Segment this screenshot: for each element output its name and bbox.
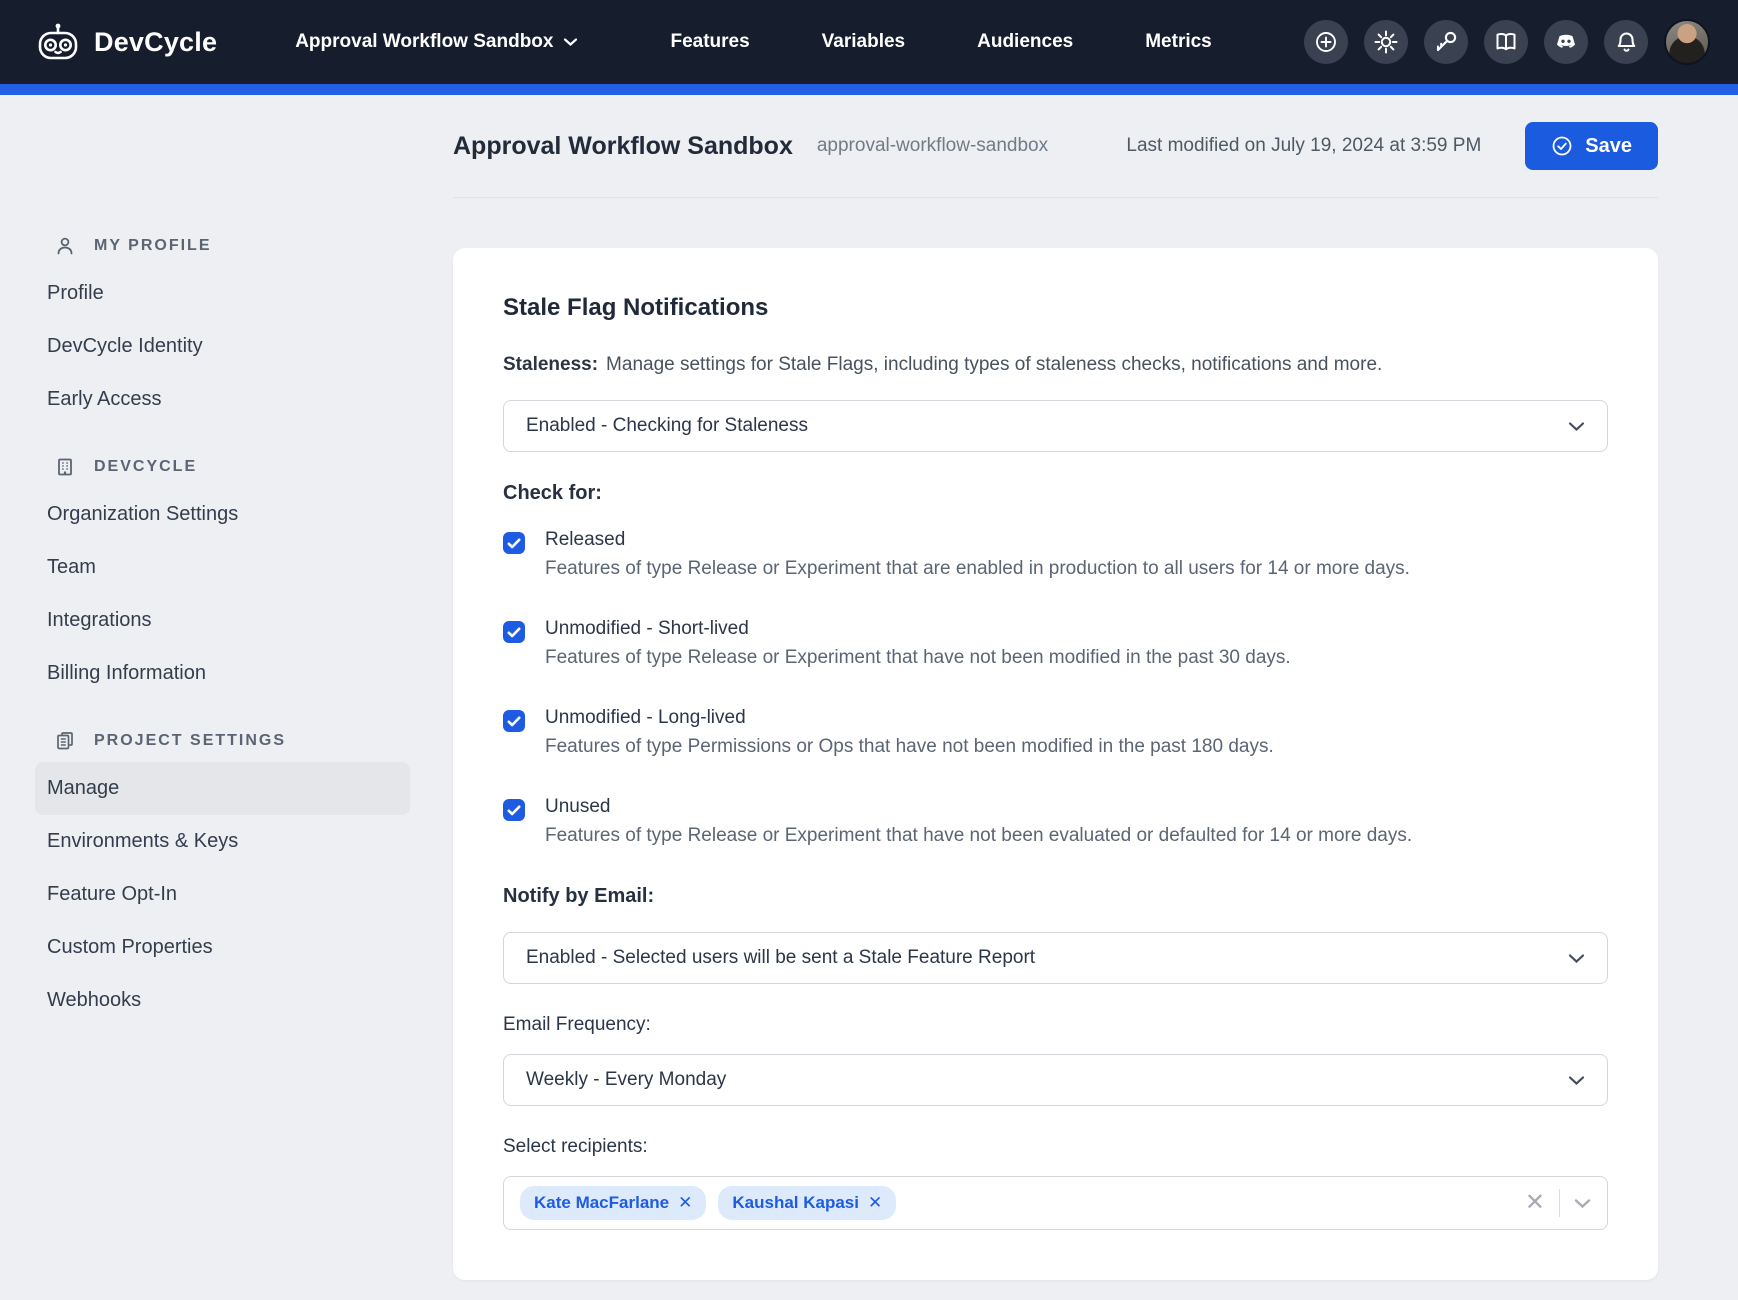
check-desc: Features of type Permissions or Ops that… xyxy=(545,736,1274,758)
checkbox-unmodified-short[interactable] xyxy=(503,621,525,643)
primary-nav: Features Variables Audiences Metrics xyxy=(670,31,1211,53)
save-button[interactable]: Save xyxy=(1525,122,1658,170)
check-desc: Features of type Release or Experiment t… xyxy=(545,647,1291,669)
chevron-down-icon xyxy=(1568,953,1585,964)
notify-by-email-heading: Notify by Email: xyxy=(503,885,1608,908)
sidebar-section-label: DEVCYCLE xyxy=(94,458,197,476)
checkbox-unmodified-long[interactable] xyxy=(503,710,525,732)
recipient-tag: Kaushal Kapasi ✕ xyxy=(718,1186,896,1220)
check-label: Released xyxy=(545,529,1410,551)
nav-link-features[interactable]: Features xyxy=(670,31,749,53)
nav-link-audiences[interactable]: Audiences xyxy=(977,31,1073,53)
person-icon xyxy=(54,235,76,257)
building-icon xyxy=(54,456,76,478)
sidebar-item-feature-opt-in[interactable]: Feature Opt-In xyxy=(35,868,410,921)
devcycle-logo[interactable]: DevCycle xyxy=(36,22,217,62)
email-frequency-label: Email Frequency: xyxy=(503,1014,1608,1036)
sidebar-item-early-access[interactable]: Early Access xyxy=(35,373,410,426)
notify-by-email-select[interactable]: Enabled - Selected users will be sent a … xyxy=(503,932,1608,984)
page-header: Approval Workflow Sandbox approval-workf… xyxy=(453,95,1658,198)
chevron-down-icon xyxy=(563,37,578,47)
sidebar-section-label: MY PROFILE xyxy=(94,237,212,255)
last-modified-text: Last modified on July 19, 2024 at 3:59 P… xyxy=(1126,135,1481,157)
chevron-down-icon xyxy=(1568,1075,1585,1086)
docs-book-icon[interactable] xyxy=(1484,20,1528,64)
remove-recipient-icon[interactable]: ✕ xyxy=(678,1193,692,1213)
recipient-tags: Kate MacFarlane ✕ Kaushal Kapasi ✕ xyxy=(520,1186,1525,1220)
recipient-name: Kate MacFarlane xyxy=(534,1193,669,1213)
email-frequency-select[interactable]: Weekly - Every Monday xyxy=(503,1054,1608,1106)
plus-circle-icon[interactable] xyxy=(1304,20,1348,64)
user-avatar[interactable] xyxy=(1664,19,1710,65)
bell-icon[interactable] xyxy=(1604,20,1648,64)
key-icon[interactable] xyxy=(1424,20,1468,64)
page-title: Approval Workflow Sandbox xyxy=(453,132,793,161)
chevron-down-icon xyxy=(1568,421,1585,432)
check-circle-icon xyxy=(1551,135,1573,157)
project-slug: approval-workflow-sandbox xyxy=(817,135,1048,157)
check-option-unused: Unused Features of type Release or Exper… xyxy=(503,796,1608,847)
robot-logo-icon xyxy=(36,22,80,62)
check-option-unmodified-short: Unmodified - Short-lived Features of typ… xyxy=(503,618,1608,669)
project-switcher[interactable]: Approval Workflow Sandbox xyxy=(295,31,578,53)
check-for-heading: Check for: xyxy=(503,482,1608,505)
select-recipients-label: Select recipients: xyxy=(503,1136,1608,1158)
check-desc: Features of type Release or Experiment t… xyxy=(545,825,1412,847)
checkbox-released[interactable] xyxy=(503,532,525,554)
sidebar-item-profile[interactable]: Profile xyxy=(35,267,410,320)
brand-name: DevCycle xyxy=(94,27,217,58)
frequency-select-value: Weekly - Every Monday xyxy=(526,1069,726,1091)
sidebar-item-custom-properties[interactable]: Custom Properties xyxy=(35,921,410,974)
sidebar-item-organization-settings[interactable]: Organization Settings xyxy=(35,488,410,541)
sidebar-item-billing-information[interactable]: Billing Information xyxy=(35,647,410,700)
project-switcher-label: Approval Workflow Sandbox xyxy=(295,31,553,53)
chevron-down-icon[interactable] xyxy=(1574,1198,1591,1209)
gear-icon[interactable] xyxy=(1364,20,1408,64)
card-title: Stale Flag Notifications xyxy=(503,294,1608,322)
settings-sidebar: MY PROFILE Profile DevCycle Identity Ear… xyxy=(0,95,453,1300)
staleness-desc-text: Manage settings for Stale Flags, includi… xyxy=(606,354,1382,375)
checkbox-unused[interactable] xyxy=(503,799,525,821)
staleness-label: Staleness: xyxy=(503,354,598,375)
notify-select-value: Enabled - Selected users will be sent a … xyxy=(526,947,1035,969)
remove-recipient-icon[interactable]: ✕ xyxy=(868,1193,882,1213)
sidebar-section-label: PROJECT SETTINGS xyxy=(94,732,286,750)
check-label: Unmodified - Short-lived xyxy=(545,618,1291,640)
check-label: Unmodified - Long-lived xyxy=(545,707,1274,729)
check-option-released: Released Features of type Release or Exp… xyxy=(503,529,1608,580)
sidebar-item-webhooks[interactable]: Webhooks xyxy=(35,974,410,1027)
check-label: Unused xyxy=(545,796,1412,818)
sidebar-item-manage[interactable]: Manage xyxy=(35,762,410,815)
clipboard-icon xyxy=(54,730,76,752)
clear-all-icon[interactable]: ✕ xyxy=(1525,1191,1545,1215)
sidebar-section-devcycle: DEVCYCLE Organization Settings Team Inte… xyxy=(35,456,410,700)
staleness-select-value: Enabled - Checking for Staleness xyxy=(526,415,808,437)
recipients-multiselect[interactable]: Kate MacFarlane ✕ Kaushal Kapasi ✕ ✕ xyxy=(503,1176,1608,1230)
nav-link-variables[interactable]: Variables xyxy=(822,31,905,53)
recipient-name: Kaushal Kapasi xyxy=(732,1193,859,1213)
sidebar-section-project-settings: PROJECT SETTINGS Manage Environments & K… xyxy=(35,730,410,1027)
sidebar-item-integrations[interactable]: Integrations xyxy=(35,594,410,647)
stale-flag-notifications-card: Stale Flag Notifications Staleness: Manag… xyxy=(453,248,1658,1280)
nav-utility-icons xyxy=(1304,19,1710,65)
discord-icon[interactable] xyxy=(1544,20,1588,64)
staleness-select[interactable]: Enabled - Checking for Staleness xyxy=(503,400,1608,452)
sidebar-item-environments-keys[interactable]: Environments & Keys xyxy=(35,815,410,868)
nav-link-metrics[interactable]: Metrics xyxy=(1145,31,1212,53)
separator xyxy=(1559,1189,1560,1217)
sidebar-item-team[interactable]: Team xyxy=(35,541,410,594)
sidebar-item-devcycle-identity[interactable]: DevCycle Identity xyxy=(35,320,410,373)
save-button-label: Save xyxy=(1585,135,1632,158)
staleness-description: Staleness: Manage settings for Stale Flag… xyxy=(503,354,1608,376)
sidebar-section-my-profile: MY PROFILE Profile DevCycle Identity Ear… xyxy=(35,235,410,426)
recipient-tag: Kate MacFarlane ✕ xyxy=(520,1186,706,1220)
check-desc: Features of type Release or Experiment t… xyxy=(545,558,1410,580)
check-option-unmodified-long: Unmodified - Long-lived Features of type… xyxy=(503,707,1608,758)
top-navbar: DevCycle Approval Workflow Sandbox Featu… xyxy=(0,0,1738,84)
accent-strip xyxy=(0,84,1738,95)
